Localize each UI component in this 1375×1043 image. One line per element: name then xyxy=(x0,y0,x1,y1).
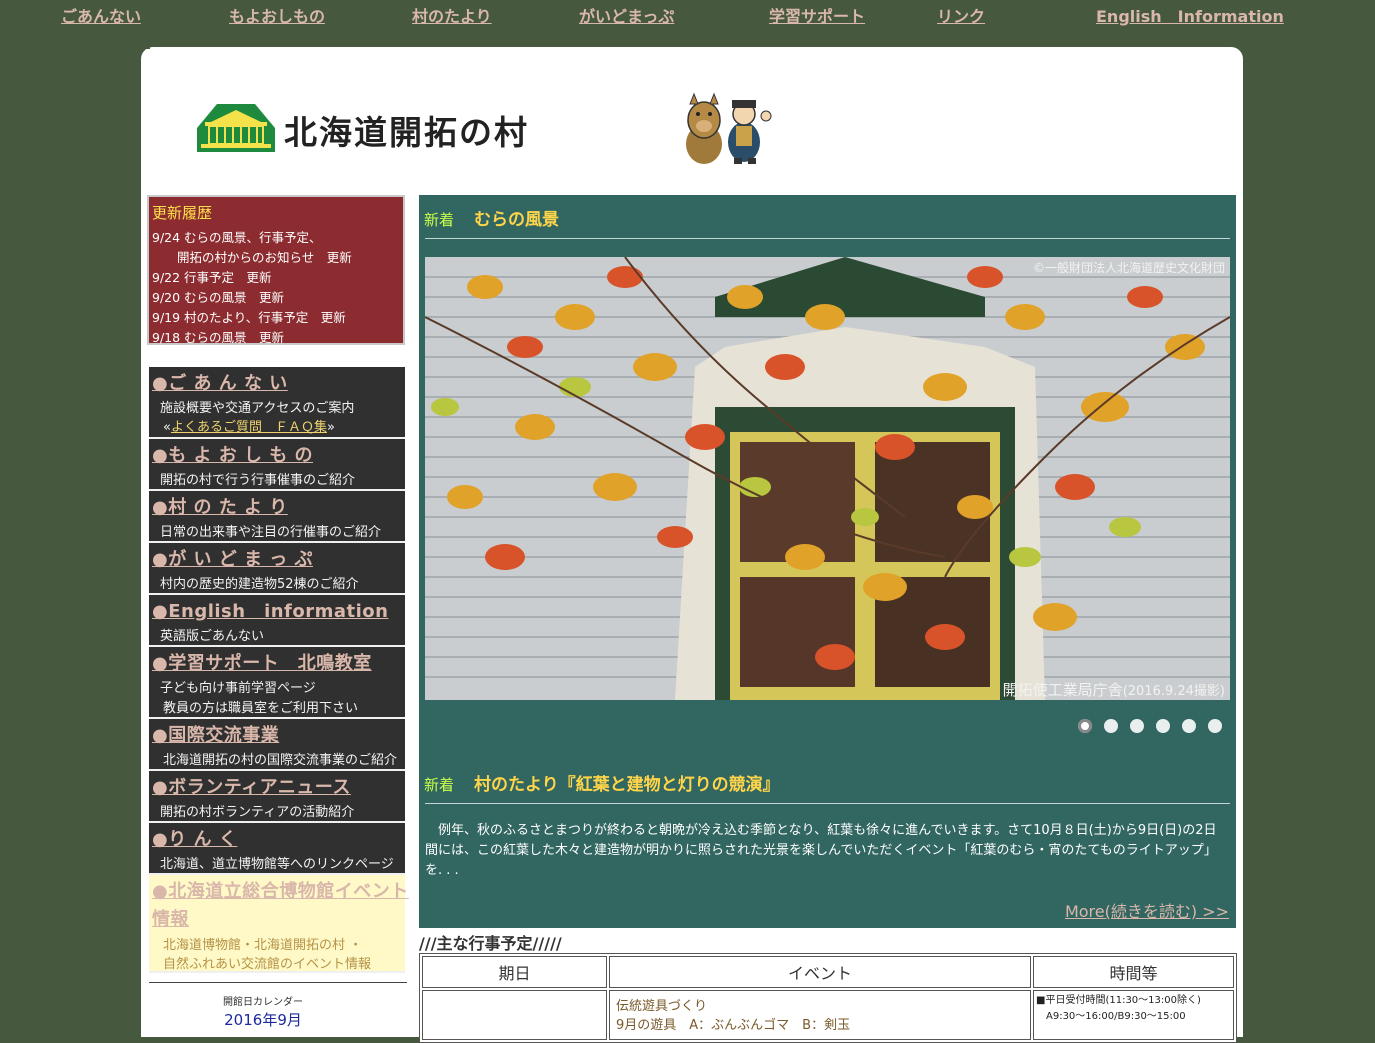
photo-caption-date: (2016.9.24撮影) xyxy=(1123,683,1225,699)
schedule-title: ///主な行事予定///// xyxy=(419,934,562,953)
photo-caption-title: 開拓使工業局庁舎 xyxy=(1003,681,1123,699)
sidenav-international-title[interactable]: ●国際交流事業 xyxy=(152,721,279,747)
sidenav-village-news-desc: 日常の出来事や注目の行催事のご紹介 xyxy=(160,525,382,540)
news-heading-scenery[interactable]: 新着 むらの風景 xyxy=(424,205,559,230)
sidenav-guide-title[interactable]: ●ご あ ん な い xyxy=(152,369,288,395)
news-divider xyxy=(425,238,1230,239)
slide-dot-1[interactable] xyxy=(1078,719,1092,733)
sidenav-international[interactable]: ●国際交流事業 北海道開拓の村の国際交流事業のご紹介 xyxy=(149,719,405,771)
news-heading-village-text[interactable]: 村のたより『紅葉と建物と灯りの競演』 xyxy=(474,775,780,795)
sidenav-learning-desc: 子ども向け事前学習ページ xyxy=(160,681,316,696)
slide-dot-4[interactable] xyxy=(1156,719,1170,733)
news-excerpt-line: 間には、この紅葉した木々と建造物が明かりに照らされた光景を楽しんでいただくイベン… xyxy=(425,843,1217,858)
sidenav-english[interactable]: ●English information 英語版ごあんない xyxy=(149,595,405,647)
photo-caption: 開拓使工業局庁舎(2016.9.24撮影) xyxy=(1003,681,1225,699)
sidenav-learning-support[interactable]: ●学習サポート 北鳴教室 子ども向け事前学習ページ 教員の方は職員室をご利用下さ… xyxy=(149,647,405,719)
sidenav-international-desc: 北海道開拓の村の国際交流事業のご紹介 xyxy=(163,753,398,768)
slide-dot-3[interactable] xyxy=(1130,719,1144,733)
sidenav-events-title[interactable]: ●も よ お し も の xyxy=(152,441,313,467)
schedule-table: 期日 イベント 時間等 伝統遊具づくり 9月の遊具 A：ぶんぶんゴマ B：剣玉 … xyxy=(419,953,1237,1043)
sidenav-english-title[interactable]: ●English information xyxy=(152,597,389,623)
faq-link[interactable]: よくあるご質問 ＦＡＱ集 xyxy=(171,420,327,435)
news-heading-village[interactable]: 新着 村のたより『紅葉と建物と灯りの競演』 xyxy=(424,770,780,795)
topnav-village-news[interactable]: 村のたより xyxy=(412,3,492,27)
sidenav-guide[interactable]: ●ご あ ん な い 施設概要や交通アクセスのご案内 «よくあるご質問 ＦＡＱ集… xyxy=(149,367,405,439)
news-article-excerpt: 例年、秋のふるさとまつりが終わると朝晩が冷え込む季節となり、紅葉も徐々に進んでい… xyxy=(425,821,1235,881)
mascot-characters-icon xyxy=(686,92,772,164)
news-panel: 新着 むらの風景 ©一般財団法人北海道歴史文化財団 開拓使工業局庁舎(2016.… xyxy=(419,195,1236,928)
sidenav-english-desc: 英語版ごあんない xyxy=(160,629,265,644)
sidenav-volunteer-desc: 開拓の村ボランティアの活動紹介 xyxy=(160,805,355,820)
sidenav-museum-desc2: 自然ふれあい交流館のイベント情報 xyxy=(163,957,372,972)
sidenav-village-news-title[interactable]: ●村 の た よ り xyxy=(152,493,288,519)
news-excerpt-line: 例年、秋のふるさとまつりが終わると朝晩が冷え込む季節となり、紅葉も徐々に進んでい… xyxy=(425,823,1217,838)
sidenav-museum-title2[interactable]: 情報 xyxy=(152,905,189,931)
sidenav-volunteer-title[interactable]: ●ボランティアニュース xyxy=(152,773,351,799)
slide-dot-5[interactable] xyxy=(1182,719,1196,733)
schedule-cell-event: 伝統遊具づくり 9月の遊具 A：ぶんぶんゴマ B：剣玉 xyxy=(609,990,1031,1040)
sidenav-village-news[interactable]: ●村 の た よ り 日常の出来事や注目の行催事のご紹介 xyxy=(149,491,405,543)
topnav-guide[interactable]: ごあんない xyxy=(61,3,141,27)
new-label: 新着 xyxy=(424,776,455,794)
update-item: 9/22 行事予定 更新 xyxy=(152,270,272,285)
update-item: 9/18 むらの風景 更新 xyxy=(152,330,285,345)
sidenav-links[interactable]: ●り ん く 北海道、道立博物館等へのリンクページ xyxy=(149,823,405,875)
schedule-time-detail: A9:30～16:00/B9:30～15:00 xyxy=(1046,1011,1186,1022)
read-more-link[interactable]: More(続きを読む) >> xyxy=(1065,898,1229,922)
sidenav-events-desc: 開拓の村で行う行事催事のご紹介 xyxy=(160,473,356,488)
site-logo-icon[interactable] xyxy=(197,102,275,154)
schedule-time-label: ■平日受付時間(11:30～13:00除く) xyxy=(1036,995,1201,1006)
sidenav-volunteer[interactable]: ●ボランティアニュース 開拓の村ボランティアの活動紹介 xyxy=(149,771,405,823)
news-divider xyxy=(425,803,1230,804)
sidenav-guide-map[interactable]: ●が い ど ま っ ぷ 村内の歴史的建造物52棟のご紹介 xyxy=(149,543,405,595)
update-item: 9/24 むらの風景、行事予定、 xyxy=(152,230,322,245)
autumn-building-photo: ©一般財団法人北海道歴史文化財団 開拓使工業局庁舎(2016.9.24撮影) xyxy=(425,257,1230,700)
sidenav-learning-title[interactable]: ●学習サポート 北鳴教室 xyxy=(152,649,372,675)
news-heading-scenery-text[interactable]: むらの風景 xyxy=(474,210,559,230)
table-row: 伝統遊具づくり 9月の遊具 A：ぶんぶんゴマ B：剣玉 ■平日受付時間(11:3… xyxy=(422,990,1234,1040)
photo-copyright: ©一般財団法人北海道歴史文化財団 xyxy=(1033,260,1225,275)
slideshow-photo[interactable]: ©一般財団法人北海道歴史文化財団 開拓使工業局庁舎(2016.9.24撮影) xyxy=(425,257,1230,700)
topnav-learning-support[interactable]: 学習サポート xyxy=(769,3,865,27)
faq-open-bracket: « xyxy=(163,420,171,435)
update-history: 更新履歴 9/24 むらの風景、行事予定、 開拓の村からのお知らせ 更新 9/2… xyxy=(147,195,405,345)
slide-dot-2[interactable] xyxy=(1104,719,1118,733)
sidenav-events[interactable]: ●も よ お し も の 開拓の村で行う行事催事のご紹介 xyxy=(149,439,405,491)
sidenav-guide-desc: 施設概要や交通アクセスのご案内 xyxy=(160,401,355,416)
update-item: 開拓の村からのお知らせ 更新 xyxy=(152,250,352,265)
calendar-divider xyxy=(149,982,407,983)
faq-close-bracket: » xyxy=(326,420,335,435)
top-navigation: ごあんない もよおしもの 村のたより がいどまっぷ 学習サポート リンク Eng… xyxy=(0,0,1375,30)
sidenav-museum-title[interactable]: ●北海道立総合博物館イベント xyxy=(152,877,409,903)
slide-dot-6[interactable] xyxy=(1208,719,1222,733)
calendar-title: 開館日カレンダー xyxy=(223,997,303,1008)
topnav-english[interactable]: English Information xyxy=(1096,3,1284,27)
schedule-header-time: 時間等 xyxy=(1033,956,1234,988)
sidenav-learning-desc2: 教員の方は職員室をご利用下さい xyxy=(163,701,359,716)
sidenav-museum-desc: 北海道博物館・北海道開拓の村 ・ xyxy=(163,938,363,953)
sidenav-museum-events[interactable]: ●北海道立総合博物館イベント 情報 北海道博物館・北海道開拓の村 ・ 自然ふれあ… xyxy=(149,875,408,973)
schedule-event-name: 伝統遊具づくり xyxy=(616,999,708,1014)
new-label: 新着 xyxy=(424,211,455,229)
update-item: 9/20 むらの風景 更新 xyxy=(152,290,285,305)
news-excerpt-line: を. . . xyxy=(425,863,459,878)
site-title: 北海道開拓の村 xyxy=(284,113,529,152)
topnav-links[interactable]: リンク xyxy=(937,3,985,27)
sidenav-guide-map-title[interactable]: ●が い ど ま っ ぷ xyxy=(152,545,313,571)
sidenav-links-title[interactable]: ●り ん く xyxy=(152,825,237,851)
schedule-header-date: 期日 xyxy=(422,956,607,988)
calendar-month: 2016年9月 xyxy=(224,1011,302,1029)
topnav-events[interactable]: もよおしもの xyxy=(229,3,325,27)
schedule-cell-time: ■平日受付時間(11:30～13:00除く) A9:30～16:00/B9:30… xyxy=(1033,990,1234,1040)
topnav-guide-map[interactable]: がいどまっぷ xyxy=(579,3,674,27)
sidenav-faq-line: «よくあるご質問 ＦＡＱ集» xyxy=(163,416,335,435)
update-item: 9/19 村のたより、行事予定 更新 xyxy=(152,310,346,325)
sidenav-guide-map-desc: 村内の歴史的建造物52棟のご紹介 xyxy=(160,577,359,592)
update-history-title: 更新履歴 xyxy=(152,204,213,222)
schedule-cell-date xyxy=(422,990,607,1040)
schedule-header-event: イベント xyxy=(609,956,1031,988)
sidenav-links-desc: 北海道、道立博物館等へのリンクページ xyxy=(160,857,394,872)
schedule-header-row: 期日 イベント 時間等 xyxy=(422,956,1234,988)
